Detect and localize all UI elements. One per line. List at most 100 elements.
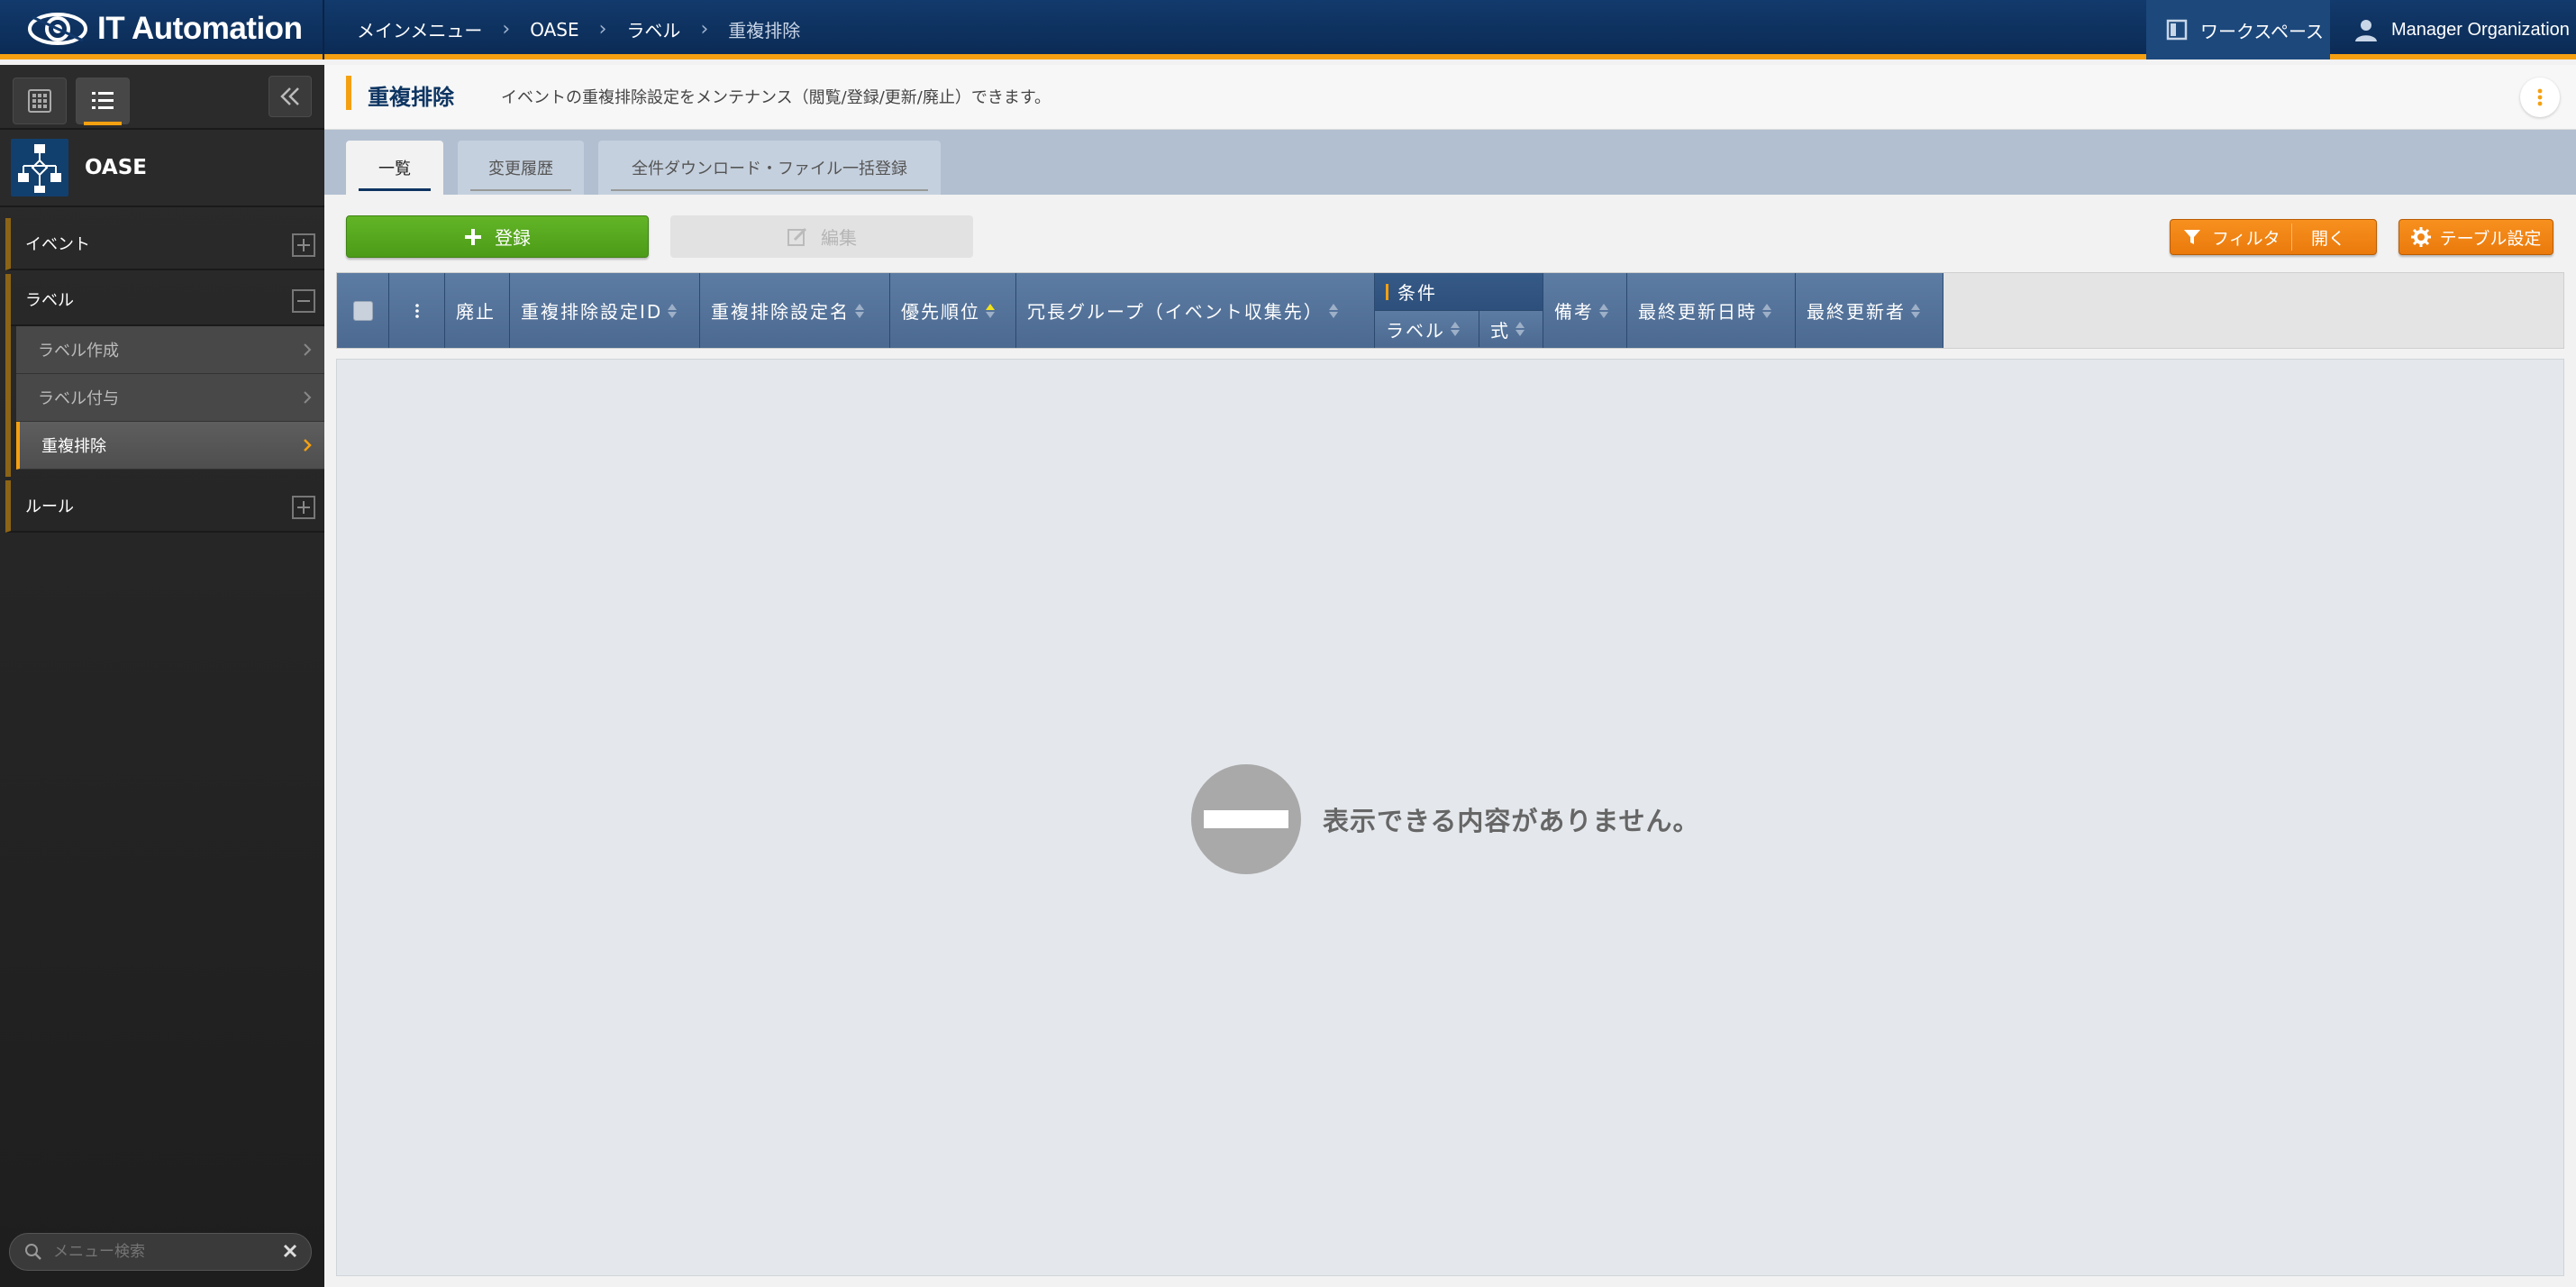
chevron-right-icon — [303, 438, 312, 452]
data-table: 廃止 重複排除設定ID 重複排除設定名 優先順位 冗長グループ（イベント収集先）… — [336, 272, 2564, 349]
tab-history[interactable]: 変更履歴 — [458, 141, 584, 195]
select-all-checkbox[interactable] — [352, 300, 373, 321]
user-icon — [2353, 17, 2379, 42]
tab-underline — [359, 188, 431, 191]
column-header-redundancy-group[interactable]: 冗長グループ（イベント収集先） — [1016, 273, 1375, 348]
breadcrumb-item-main-menu[interactable]: メインメニュー — [357, 16, 482, 42]
filter-open-label[interactable]: 開く — [2311, 225, 2345, 250]
menu-list-view-tab[interactable] — [76, 78, 130, 125]
column-group-title: 条件 — [1375, 273, 1543, 311]
menu-grid-view-tab[interactable] — [13, 78, 67, 124]
sidebar-item-text: ラベル作成 — [38, 342, 119, 361]
filter-icon — [2183, 228, 2201, 246]
tab-list[interactable]: 一覧 — [346, 141, 443, 195]
chevron-right-icon: › — [700, 18, 709, 41]
sidebar-group-label-expanded: ラベル ラベル作成 ラベル付与 重複排除 — [5, 274, 324, 477]
column-label: 最終更新者 — [1807, 301, 1906, 323]
menu-group-header: OASE — [0, 130, 324, 207]
column-header-last-updated-by[interactable]: 最終更新者 — [1796, 273, 1943, 348]
breadcrumb: メインメニュー › OASE › ラベル › 重複排除 — [357, 16, 800, 42]
chevron-right-icon: › — [502, 18, 511, 41]
filter-label: フィルタ — [2212, 228, 2280, 249]
kebab-icon — [414, 303, 419, 318]
sort-icon — [1451, 322, 1460, 336]
plus-icon[interactable] — [292, 496, 315, 519]
column-header-dedup-id[interactable]: 重複排除設定ID — [510, 273, 700, 348]
sort-icon — [668, 303, 678, 318]
more-options-button[interactable] — [2520, 78, 2560, 117]
tab-label: 全件ダウンロード・ファイル一括登録 — [632, 160, 907, 178]
register-button[interactable]: 登録 — [346, 215, 649, 258]
sort-icon — [1599, 303, 1608, 318]
breadcrumb-item-oase[interactable]: OASE — [530, 19, 578, 41]
filter-button[interactable]: フィルタ 開く — [2170, 219, 2377, 255]
sort-icon — [1762, 303, 1771, 318]
column-group-subheaders: ラベル 式 — [1375, 311, 1543, 347]
tab-label: 変更履歴 — [488, 160, 553, 178]
page-title-bar: 重複排除 イベントの重複排除設定をメンテナンス（閲覧/登録/更新/廃止）できます… — [324, 65, 2576, 130]
plus-icon[interactable] — [292, 233, 315, 257]
column-group-condition: 条件 ラベル 式 — [1375, 273, 1543, 348]
grid-icon — [28, 89, 51, 113]
edit-icon — [787, 226, 808, 248]
sort-icon — [1911, 303, 1920, 318]
select-all-column — [337, 273, 389, 348]
header-divider — [323, 0, 324, 59]
tab-bar: 一覧 変更履歴 全件ダウンロード・ファイル一括登録 — [324, 130, 2576, 195]
column-label: 重複排除設定名 — [711, 301, 850, 323]
column-group-label: 条件 — [1397, 282, 1437, 304]
table-settings-label: テーブル設定 — [2439, 228, 2542, 249]
sidebar-group-rule[interactable]: ルール — [5, 480, 324, 533]
clear-icon[interactable] — [282, 1243, 298, 1259]
sidebar-group-label: イベント — [25, 235, 90, 254]
sidebar-group-label[interactable]: ラベル — [11, 274, 324, 326]
column-header-last-updated[interactable]: 最終更新日時 — [1627, 273, 1796, 348]
minus-icon[interactable] — [292, 289, 315, 313]
column-label: 優先順位 — [901, 301, 980, 323]
column-header-condition-expression[interactable]: 式 — [1479, 311, 1543, 347]
plus-icon — [464, 228, 482, 246]
user-menu-button[interactable]: Manager Organization — [2330, 0, 2576, 59]
table-settings-button[interactable]: テーブル設定 — [2399, 219, 2553, 255]
kebab-icon — [2537, 88, 2543, 106]
breadcrumb-item-label[interactable]: ラベル — [626, 16, 680, 42]
column-label: ラベル — [1386, 319, 1445, 342]
breadcrumb-item-current: 重複排除 — [728, 20, 801, 41]
column-header-discard[interactable]: 廃止 — [445, 273, 510, 348]
group-accent — [1386, 283, 1388, 300]
column-label: 式 — [1490, 319, 1510, 342]
app-header: IT Automation メインメニュー › OASE › ラベル › 重複排… — [0, 0, 2576, 59]
column-header-dedup-name[interactable]: 重複排除設定名 — [700, 273, 890, 348]
column-label: 廃止 — [456, 301, 496, 323]
menu-group-title: OASE — [85, 156, 148, 179]
menu-search — [9, 1233, 312, 1271]
workspace-icon — [2166, 19, 2188, 41]
column-label: 重複排除設定ID — [521, 301, 663, 323]
sidebar-item-label-create[interactable]: ラベル作成 — [16, 326, 324, 374]
sidebar-item-text: 重複排除 — [41, 437, 106, 456]
chevron-right-icon — [303, 342, 312, 357]
sidebar-item-label-assign[interactable]: ラベル付与 — [16, 374, 324, 422]
column-header-priority[interactable]: 優先順位 — [890, 273, 1016, 348]
sidebar-item-text: ラベル付与 — [38, 389, 119, 408]
empty-state: 表示できる内容がありません。 — [1191, 764, 1700, 874]
column-label: 最終更新日時 — [1638, 301, 1757, 323]
tab-underline — [470, 189, 571, 191]
no-entry-icon — [1191, 764, 1301, 874]
workspace-button[interactable]: ワークスペース — [2146, 0, 2330, 59]
logo-icon — [27, 8, 88, 50]
column-header-remarks[interactable]: 備考 — [1543, 273, 1627, 348]
tab-download-bulk-register[interactable]: 全件ダウンロード・ファイル一括登録 — [598, 141, 941, 195]
column-label: 冗長グループ（イベント収集先） — [1027, 301, 1324, 323]
sidebar-group-event[interactable]: イベント — [5, 218, 324, 270]
sort-icon — [1516, 322, 1525, 336]
empty-message: 表示できる内容がありません。 — [1323, 806, 1700, 836]
collapse-sidebar-button[interactable] — [269, 76, 312, 117]
table-body: 表示できる内容がありません。 — [336, 359, 2564, 1276]
edit-button[interactable]: 編集 — [670, 215, 973, 258]
sidebar-item-dedup[interactable]: 重複排除 — [16, 422, 324, 470]
column-header-condition-label[interactable]: ラベル — [1375, 311, 1479, 347]
app-logo[interactable]: IT Automation — [27, 5, 303, 52]
menu-search-input[interactable] — [53, 1243, 269, 1261]
workspace-label: ワークスペース — [2200, 20, 2324, 42]
